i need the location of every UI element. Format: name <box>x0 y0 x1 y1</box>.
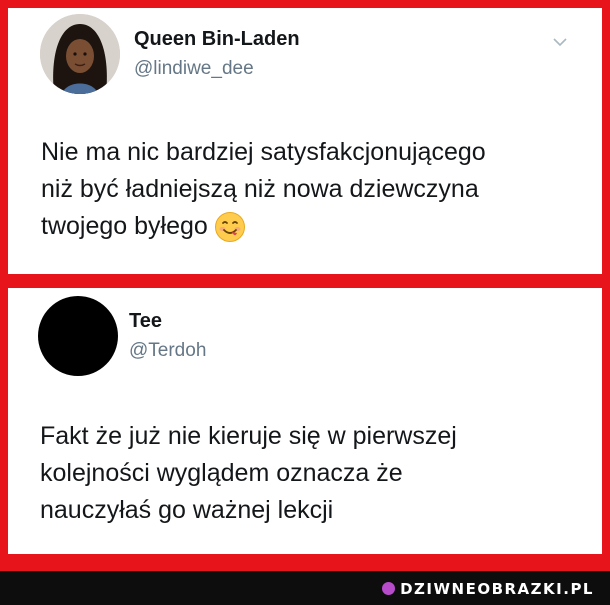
tweet-text-line: nauczyłaś go ważnej lekcji <box>40 496 334 524</box>
tweet-text-line: niż być ładniejszą niż nowa dziewczyna <box>41 175 479 203</box>
chevron-down-icon[interactable] <box>552 34 568 50</box>
tweet-text-line: Nie ma nic bardziej satysfakcjonującego <box>41 138 486 166</box>
tweet-card-1: Queen Bin-Laden @lindiwe_dee Nie ma nic … <box>8 8 602 274</box>
tweet-text: Nie ma nic bardziej satysfakcjonującego … <box>41 134 601 245</box>
watermark-text: DZIWNEOBRAZKI.PL <box>400 580 594 598</box>
author-name[interactable]: Tee <box>129 310 162 333</box>
author-name[interactable]: Queen Bin-Laden <box>134 28 300 51</box>
tweet-text-line: twojego byłego <box>41 212 208 240</box>
tweet-text: Fakt że już nie kieruje się w pierwszej … <box>40 418 600 529</box>
tweet-card-2: Tee @Terdoh Fakt że już nie kieruje się … <box>8 288 602 554</box>
avatar-tee[interactable] <box>38 296 118 376</box>
tweet-text-line: Fakt że już nie kieruje się w pierwszej <box>40 422 457 450</box>
author-handle[interactable]: @Terdoh <box>129 340 206 362</box>
watermark-logo-icon <box>382 582 396 595</box>
watermark: DZIWNEOBRAZKI.PL <box>382 580 594 598</box>
avatar-queen-bin-laden[interactable] <box>40 14 120 94</box>
tweet-text-line: kolejności wyglądem oznacza że <box>40 459 403 487</box>
watermark-bar: DZIWNEOBRAZKI.PL <box>0 571 610 605</box>
author-handle[interactable]: @lindiwe_dee <box>134 58 254 80</box>
smiling-face-with-tongue-emoji <box>214 212 245 243</box>
profile-photo-icon <box>40 14 120 94</box>
